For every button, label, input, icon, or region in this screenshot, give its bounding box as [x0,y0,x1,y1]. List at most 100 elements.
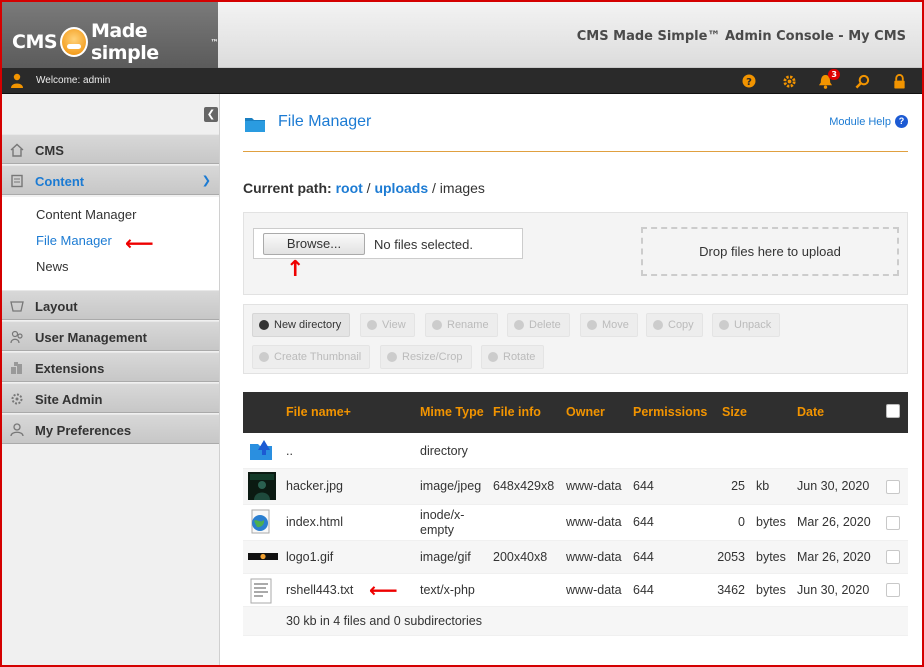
collapse-sidebar-button[interactable]: ❮ [204,107,218,122]
new-directory-button[interactable]: New directory [252,313,351,337]
view-button[interactable]: View [360,313,415,337]
logo-area[interactable]: CMS Made simple ™ [2,2,218,68]
browse-button[interactable]: Browse... [263,233,365,255]
button-label: Copy [668,319,694,331]
sidebar-item-label: My Preferences [35,423,132,438]
file-name-link[interactable]: hacker.jpg [286,479,343,493]
mime-type: image/jpeg [420,479,482,493]
help-icon: ? [895,115,908,128]
create-thumbnail-button[interactable]: Create Thumbnail [252,345,371,369]
col-date: Date [797,405,825,419]
permissions: 644 [633,550,654,564]
size-unit: kb [756,479,770,493]
submenu-item-content-manager[interactable]: Content Manager [36,207,136,222]
path-uploads-link[interactable]: uploads [374,180,428,196]
file-name-link[interactable]: rshell443.txt [286,583,353,597]
path-separator: / [366,180,371,196]
help-icon[interactable]: ? [740,72,758,90]
select-all-checkbox[interactable] [886,404,900,418]
row-checkbox[interactable] [886,480,900,494]
app-header: CMS Made simple ™ CMS Made Simple™ Admin… [2,2,922,68]
table-summary: 30 kb in 4 files and 0 subdirectories [286,614,482,628]
delete-button[interactable]: Delete [507,313,570,337]
button-label: New directory [274,319,342,331]
sidebar-item-label: Content [35,174,85,189]
plus-icon [259,320,269,330]
annotation-arrow-left: ⟵ [125,231,154,255]
rotate-button[interactable]: Rotate [481,345,545,369]
path-label: Current path: [243,180,332,196]
notifications-icon[interactable]: 3 [816,69,840,90]
annotation-arrow-up: ↑ [286,257,305,282]
copy-icon [653,320,663,330]
svg-text:?: ? [746,77,752,88]
table-row[interactable]: logo1.gif image/gif 200x40x8 www-data 64… [243,541,908,574]
copy-button[interactable]: Copy [646,313,703,337]
submenu-item-file-manager[interactable]: File Manager [36,233,112,248]
size-unit: bytes [756,550,786,564]
file-date: Mar 26, 2020 [797,550,871,564]
content-submenu: Content Manager File Manager News ⟵ [2,197,219,290]
button-label: Rename [447,319,489,331]
content-icon [11,174,23,188]
layout-icon [10,301,24,312]
table-row[interactable]: .. directory [243,433,908,469]
move-button[interactable]: Move [580,313,638,337]
file-date: Jun 30, 2020 [797,479,870,493]
table-summary-row: 30 kb in 4 files and 0 subdirectories [243,607,908,636]
module-help-link[interactable]: Module Help ? [829,115,908,128]
sidebar-item-layout[interactable]: Layout [2,290,219,320]
path-root-link[interactable]: root [336,180,363,196]
owner: www-data [566,515,622,529]
row-checkbox[interactable] [886,550,900,564]
sidebar-item-site-admin[interactable]: Site Admin [2,383,219,413]
button-label: Resize/Crop [402,351,463,363]
button-label: Delete [529,319,561,331]
file-info: 200x40x8 [493,550,548,564]
table-row[interactable]: hacker.jpg image/jpeg 648x429x8 www-data… [243,469,908,505]
file-name-link[interactable]: logo1.gif [286,550,333,564]
sidebar-item-user-management[interactable]: User Management [2,321,219,351]
resize-crop-button[interactable]: Resize/Crop [380,345,472,369]
mime-type: image/gif [420,550,471,564]
unpack-icon [719,320,729,330]
folder-icon [245,118,265,132]
file-size: 2053 [717,550,745,564]
file-input[interactable]: Browse... No files selected. [253,228,523,259]
sidebar-item-cms[interactable]: CMS [2,134,219,164]
html-file-icon [251,509,270,534]
unpack-button[interactable]: Unpack [712,313,781,337]
lock-icon[interactable] [890,72,908,90]
file-size: 3462 [717,583,745,597]
sidebar-item-extensions[interactable]: Extensions [2,352,219,382]
move-icon [587,320,597,330]
star-icon [259,352,269,362]
row-checkbox[interactable] [886,516,900,530]
rename-button[interactable]: Rename [425,313,498,337]
sidebar-item-label: CMS [35,143,64,158]
settings-icon[interactable] [780,72,798,90]
col-size: Size [722,405,748,419]
button-label: Rotate [503,351,536,363]
sidebar-item-my-preferences[interactable]: My Preferences [2,414,219,444]
size-unit: bytes [756,515,786,529]
file-name-link[interactable]: .. [286,444,293,458]
size-unit: bytes [756,583,786,597]
permissions: 644 [633,479,654,493]
row-checkbox[interactable] [886,583,900,597]
file-name-link[interactable]: index.html [286,515,343,529]
search-icon[interactable] [853,72,871,90]
upload-panel: Browse... No files selected. ↑ Drop file… [243,212,908,295]
dropzone[interactable]: Drop files here to upload [641,227,899,276]
rename-icon [432,320,442,330]
table-row[interactable]: index.html inode/x-empty www-data 644 0 … [243,505,908,541]
owner: www-data [566,583,622,597]
table-row[interactable]: rshell443.txt ⟵ text/x-php www-data 644 … [243,574,908,607]
col-filename[interactable]: File name+ [286,405,351,419]
sidebar-item-label: Layout [35,299,78,314]
table-header: File name+ Mime Type File info Owner Per… [243,392,908,433]
button-label: Unpack [734,319,772,331]
sidebar-item-content[interactable]: Content ❯ [2,165,219,195]
submenu-item-news[interactable]: News [36,259,69,274]
logo-text-right: Made simple [90,20,159,64]
